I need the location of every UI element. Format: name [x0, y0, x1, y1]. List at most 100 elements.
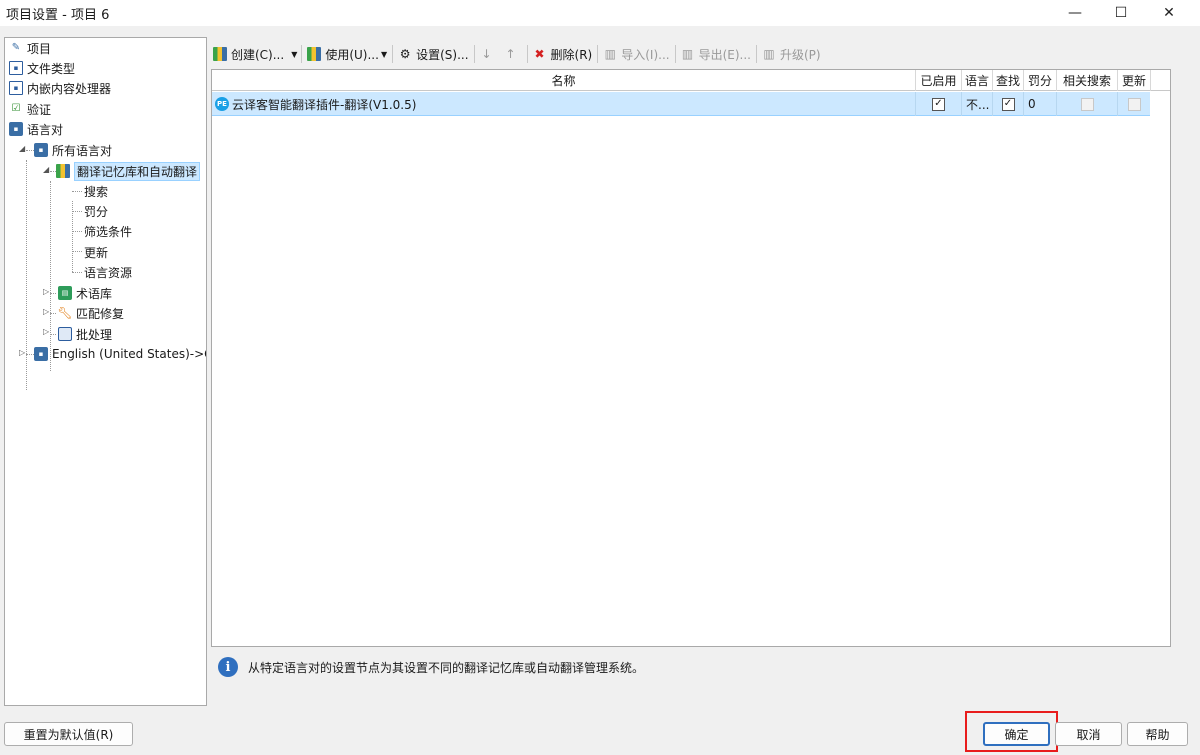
import-button[interactable]: ▥ 导入(I)...: [600, 42, 672, 66]
language-pairs-icon: ▪: [34, 347, 48, 361]
toolbar-separator: [597, 45, 599, 63]
tree-item-label: 批处理: [76, 327, 113, 342]
maximize-icon: ☐: [1114, 5, 1128, 21]
translation-providers-grid: 名称 已启用 语言 查找 罚分 相关搜索 更新 PE 云译客智能翻译插件-翻译(…: [211, 69, 1171, 647]
title-bar: 项目设置 - 项目 6 — ☐ ✕: [0, 0, 1200, 26]
upgrade-button[interactable]: ▥ 升级(P): [759, 42, 824, 66]
tree-item-label: 项目: [27, 41, 52, 56]
window-title: 项目设置 - 项目 6: [6, 8, 110, 23]
tree-item-file-types[interactable]: ▪ 文件类型: [9, 58, 75, 78]
tree-item-language-pairs[interactable]: ▪ 语言对: [9, 119, 63, 139]
ok-button[interactable]: 确定: [983, 722, 1050, 746]
use-label: 使用(U)...: [325, 47, 379, 62]
toolbar-separator: [526, 45, 528, 63]
close-button[interactable]: ✕: [1146, 0, 1192, 26]
export-button[interactable]: ▥ 导出(E)...: [678, 42, 754, 66]
expand-arrow-icon[interactable]: ▷: [19, 348, 25, 357]
dropdown-arrow-icon: ▼: [380, 49, 388, 59]
column-header-update[interactable]: 更新: [1118, 70, 1151, 91]
expand-arrow-icon[interactable]: ▷: [43, 307, 49, 316]
settings-button[interactable]: ⚙ 设置(S)...: [395, 42, 471, 66]
column-header-lookup[interactable]: 查找: [993, 70, 1024, 91]
translation-memory-icon: [307, 47, 322, 61]
column-header-penalty[interactable]: 罚分: [1024, 70, 1057, 91]
tree-item-english-german[interactable]: ▪ English (United States)->Ger: [34, 344, 206, 364]
tree-line: [50, 181, 51, 371]
tree-line: [26, 160, 27, 390]
move-up-button[interactable]: ↑: [501, 42, 525, 66]
column-header-language[interactable]: 语言: [962, 70, 993, 91]
use-button[interactable]: 使用(U)... ▼: [304, 42, 390, 66]
tree-item-label: 搜索: [84, 184, 109, 199]
table-row[interactable]: PE 云译客智能翻译插件-翻译(V1.0.5) ✓ 不... ✓ 0: [212, 92, 1150, 116]
tree-item-match-repair[interactable]: 🔧︎ 匹配修复: [57, 303, 124, 323]
upgrade-label: 升级(P): [779, 47, 821, 62]
ok-label: 确定: [1004, 727, 1029, 742]
tree-item-label: 验证: [27, 102, 52, 117]
tree-item-label: 语言对: [27, 122, 64, 137]
reset-defaults-button[interactable]: 重置为默认值(R): [4, 722, 133, 746]
column-header-concordance[interactable]: 相关搜索: [1057, 70, 1118, 91]
dropdown-arrow-icon: ▼: [291, 49, 298, 59]
import-icon: ▥: [604, 47, 616, 61]
lookup-checkbox[interactable]: ✓: [1001, 97, 1015, 111]
help-label: 帮助: [1145, 727, 1170, 742]
tree-line: [72, 251, 82, 252]
language-pairs-icon: ▪: [9, 122, 23, 136]
settings-label: 设置(S)...: [416, 47, 469, 62]
termbase-icon: ▤: [58, 286, 72, 300]
grid-header: 名称 已启用 语言 查找 罚分 相关搜索 更新: [212, 70, 1170, 91]
tree-item-filters[interactable]: 筛选条件: [84, 221, 132, 241]
settings-tree[interactable]: ✎ 项目 ▪ 文件类型 ▪ 内嵌内容处理器 ☑ 验证 ▪ 语言对 ◢ ▪ 所有语…: [4, 37, 207, 706]
create-dropdown-button[interactable]: ▼: [287, 42, 299, 66]
enabled-checkbox[interactable]: ✓: [932, 97, 945, 111]
tree-item-update[interactable]: 更新: [84, 242, 108, 262]
minimize-button[interactable]: —: [1052, 0, 1098, 26]
expand-arrow-icon[interactable]: ▷: [43, 327, 49, 336]
create-button[interactable]: 创建(C)...: [210, 42, 287, 66]
info-text: 从特定语言对的设置节点为其设置不同的翻译记忆库或自动翻译管理系统。: [248, 660, 645, 675]
update-checkbox: [1127, 97, 1141, 111]
verification-icon: ☑: [11, 103, 21, 114]
tree-item-batch-tasks[interactable]: 批处理: [58, 324, 112, 344]
language-cell: 不...: [962, 92, 993, 116]
tree-item-translation-memory[interactable]: 翻译记忆库和自动翻译: [56, 161, 201, 181]
tree-item-language-resources[interactable]: 语言资源: [84, 262, 132, 282]
tree-item-search[interactable]: 搜索: [84, 181, 108, 201]
translation-memory-icon: [56, 164, 70, 178]
cancel-button[interactable]: 取消: [1055, 722, 1122, 746]
toolbar-separator: [392, 45, 394, 63]
help-button[interactable]: 帮助: [1127, 722, 1188, 746]
checkmark-icon: ✓: [1003, 98, 1013, 109]
toolbar-separator: [755, 45, 757, 63]
tree-item-termbases[interactable]: ▤ 术语库: [58, 283, 112, 303]
toolbar-separator: [301, 45, 303, 63]
penalty-cell[interactable]: 0: [1024, 92, 1057, 116]
tree-item-label: 内嵌内容处理器: [27, 81, 112, 96]
tree-line: [72, 191, 82, 192]
maximize-button[interactable]: ☐: [1098, 0, 1144, 26]
create-label: 创建(C)...: [231, 47, 285, 62]
expand-arrow-icon[interactable]: ▷: [43, 287, 49, 296]
tree-line: [26, 150, 34, 151]
move-down-button[interactable]: ↓: [477, 42, 501, 66]
tree-item-embedded-content[interactable]: ▪ 内嵌内容处理器: [9, 78, 111, 98]
column-header-enabled[interactable]: 已启用: [916, 70, 962, 91]
info-message: i 从特定语言对的设置节点为其设置不同的翻译记忆库或自动翻译管理系统。: [218, 656, 644, 678]
gear-icon: ⚙: [399, 47, 411, 61]
tree-item-verification[interactable]: ☑ 验证: [9, 99, 52, 119]
checkmark-icon: ✓: [934, 98, 943, 109]
import-label: 导入(I)...: [621, 47, 670, 62]
toolbar: 创建(C)... ▼ 使用(U)... ▼ ⚙ 设置(S)... ↓ ↑ ✖ 删…: [210, 41, 1170, 67]
tree-item-penalties[interactable]: 罚分: [84, 201, 108, 221]
column-header-name[interactable]: 名称: [212, 70, 916, 91]
collapse-arrow-icon[interactable]: ◢: [43, 165, 49, 174]
export-label: 导出(E)...: [698, 47, 751, 62]
tree-item-project[interactable]: ✎ 项目: [9, 38, 51, 58]
provider-badge-icon: PE: [215, 97, 229, 111]
collapse-arrow-icon[interactable]: ◢: [19, 144, 25, 153]
info-icon: i: [218, 657, 238, 677]
toolbar-separator: [674, 45, 676, 63]
delete-button[interactable]: ✖ 删除(R): [530, 42, 596, 66]
tree-item-all-language-pairs[interactable]: ▪ 所有语言对: [34, 140, 112, 160]
